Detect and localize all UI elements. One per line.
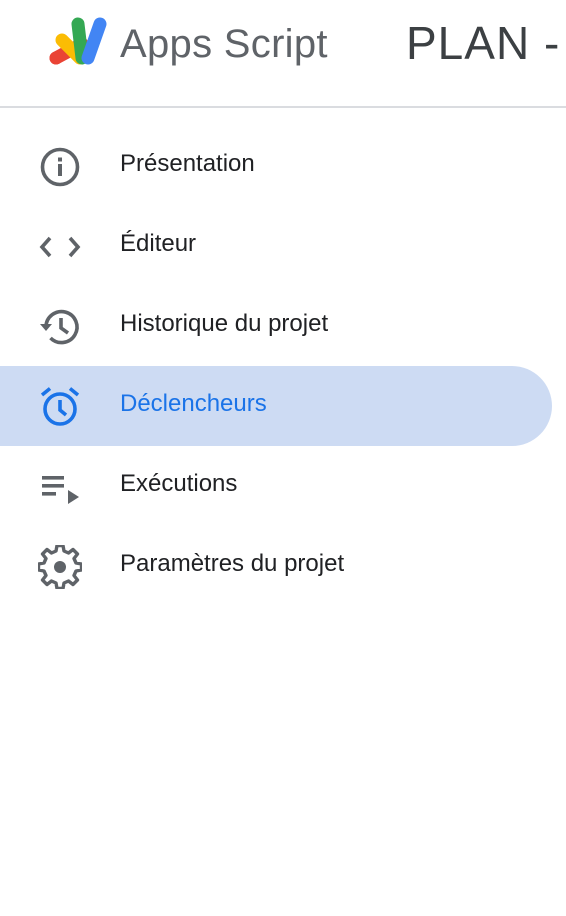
history-icon — [40, 309, 79, 345]
apps-script-logo-icon[interactable] — [42, 14, 110, 70]
sidebar-item-label: Exécutions — [120, 470, 238, 497]
playlist-play-icon — [42, 476, 79, 504]
sidebar-item-history[interactable]: Historique du projet — [0, 286, 552, 366]
sidebar-item-settings[interactable]: Paramètres du projet — [0, 526, 552, 606]
sidebar-item-label: Éditeur — [120, 230, 197, 257]
sidebar-item-presentation[interactable]: Présentation — [0, 126, 552, 206]
sidebar-item-label: Déclencheurs — [120, 390, 267, 417]
project-title[interactable]: PLAN - — [406, 16, 560, 70]
code-icon — [39, 236, 81, 258]
sidebar-item-label: Paramètres du projet — [120, 550, 345, 577]
top-bar: Apps Script PLAN - — [0, 0, 566, 108]
alarm-icon — [40, 387, 80, 426]
app-name: Apps Script — [120, 22, 328, 66]
sidebar-nav: Présentation Éditeur Historique du proje… — [0, 126, 566, 606]
info-icon — [40, 147, 80, 187]
sidebar-item-triggers[interactable]: Déclencheurs — [0, 366, 552, 446]
sidebar-item-label: Historique du projet — [120, 310, 329, 337]
sidebar-item-editor[interactable]: Éditeur — [0, 206, 552, 286]
sidebar-item-executions[interactable]: Exécutions — [0, 446, 552, 526]
sidebar-item-label: Présentation — [120, 150, 255, 177]
gear-icon — [38, 545, 82, 589]
